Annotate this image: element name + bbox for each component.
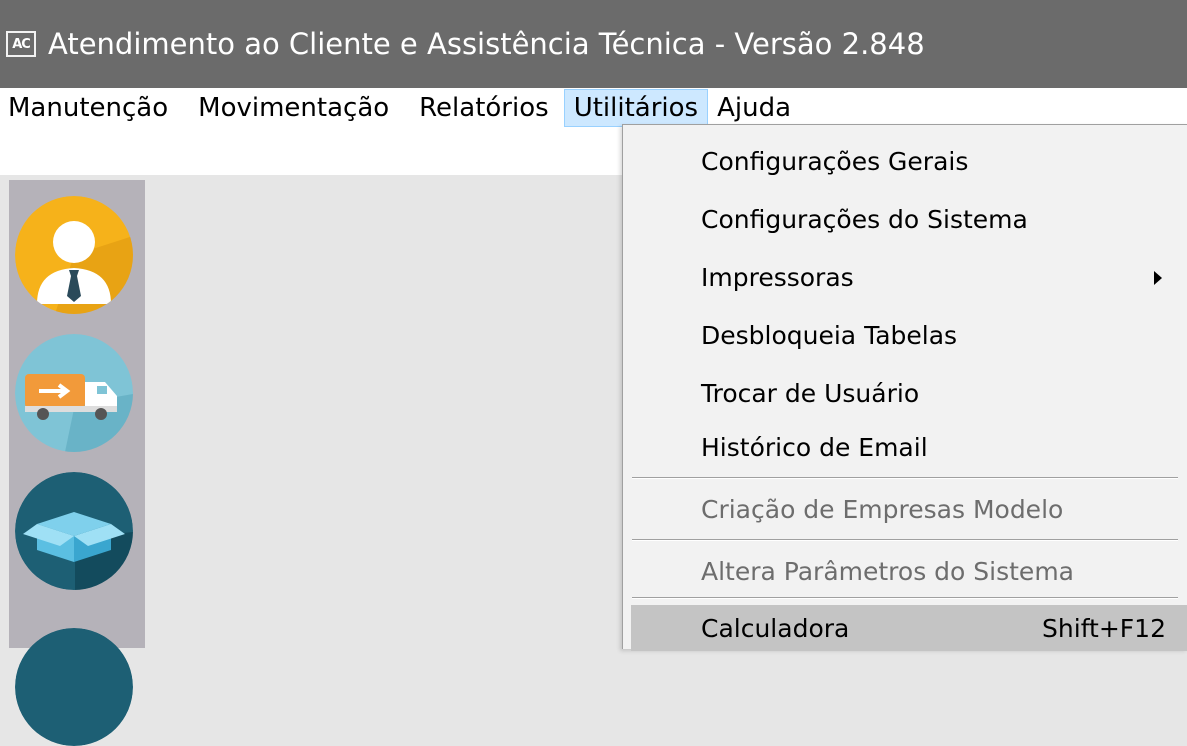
- partial-button[interactable]: [15, 628, 133, 746]
- menu-item-configuracoes-sistema[interactable]: Configurações do Sistema: [631, 191, 1187, 249]
- menu-item-label: Desbloqueia Tabelas: [701, 321, 958, 350]
- submenu-arrow-icon: [1154, 271, 1162, 285]
- menu-separator: [632, 477, 1178, 479]
- menu-item-criacao-empresas-modelo: Criação de Empresas Modelo: [631, 481, 1187, 539]
- menu-item-configuracoes-gerais[interactable]: Configurações Gerais: [631, 133, 1187, 191]
- menu-item-desbloqueia-tabelas[interactable]: Desbloqueia Tabelas: [631, 307, 1187, 365]
- client-button[interactable]: [15, 196, 133, 314]
- utilitarios-dropdown: Configurações Gerais Configurações do Si…: [622, 124, 1187, 651]
- menu-relatorios[interactable]: Relatórios: [410, 89, 558, 127]
- partial-icon: [15, 628, 133, 746]
- menu-item-historico-email[interactable]: Histórico de Email: [631, 419, 1187, 477]
- menu-item-label: Histórico de Email: [701, 433, 928, 462]
- menu-item-label: Impressoras: [701, 263, 854, 292]
- menu-item-label: Calculadora: [701, 614, 850, 643]
- menu-item-label: Configurações do Sistema: [701, 205, 1028, 234]
- title-bar: AC Atendimento ao Cliente e Assistência …: [0, 0, 1187, 88]
- menu-item-trocar-usuario[interactable]: Trocar de Usuário: [631, 365, 1187, 423]
- window-title: Atendimento ao Cliente e Assistência Téc…: [48, 27, 925, 61]
- menu-ajuda[interactable]: Ajuda: [708, 89, 800, 127]
- menu-manutencao[interactable]: Manutenção: [0, 89, 177, 127]
- menu-separator: [632, 597, 1178, 599]
- menu-item-label: Criação de Empresas Modelo: [701, 495, 1064, 524]
- menu-item-calculadora[interactable]: Calculadora Shift+F12: [631, 605, 1187, 651]
- sidebar: [9, 180, 145, 746]
- product-box-icon: [15, 472, 133, 590]
- menu-item-label: Altera Parâmetros do Sistema: [701, 557, 1074, 586]
- delivery-button[interactable]: [15, 334, 133, 452]
- menu-item-label: Configurações Gerais: [701, 147, 969, 176]
- menu-item-label: Trocar de Usuário: [701, 379, 920, 408]
- menu-item-impressoras[interactable]: Impressoras: [631, 249, 1187, 307]
- menu-movimentacao[interactable]: Movimentação: [189, 89, 398, 127]
- menu-item-shortcut: Shift+F12: [1042, 614, 1166, 643]
- menu-separator: [632, 539, 1178, 541]
- menu-bar: Manutenção Movimentação Relatórios Utili…: [0, 88, 1187, 128]
- delivery-truck-icon: [15, 334, 133, 452]
- client-icon: [15, 196, 133, 314]
- app-icon: AC: [6, 31, 36, 57]
- menu-item-altera-parametros: Altera Parâmetros do Sistema: [631, 543, 1187, 601]
- product-button[interactable]: [15, 472, 133, 590]
- menu-utilitarios[interactable]: Utilitários: [563, 89, 709, 127]
